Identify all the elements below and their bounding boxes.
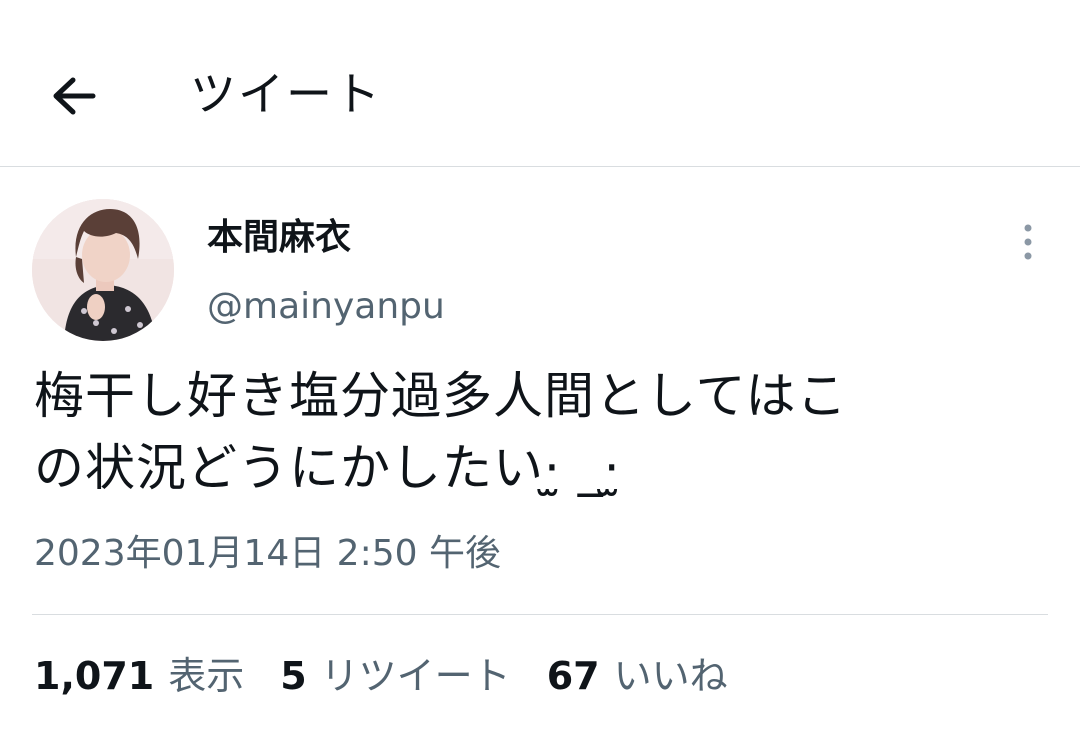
- tweet-text: 梅干し好き塩分過多人間としてはこ の状況どうにかしたい·̫ _·̫: [34, 367, 848, 497]
- back-button[interactable]: [44, 70, 104, 122]
- retweets-stat[interactable]: 5 リツイート: [280, 650, 510, 702]
- likes-stat[interactable]: 67 いいね: [547, 650, 728, 702]
- likes-label: いいね: [613, 654, 728, 698]
- views-stat[interactable]: 1,071 表示: [34, 650, 244, 702]
- author-name[interactable]: 本間麻衣: [207, 214, 351, 262]
- tweet-timestamp[interactable]: 2023年01月14日 2:50 午後: [34, 530, 501, 578]
- author-handle[interactable]: @mainyanpu: [207, 283, 445, 331]
- retweets-label: リツイート: [320, 654, 511, 698]
- likes-count: 67: [546, 654, 600, 698]
- page-title: ツイート: [190, 67, 382, 121]
- views-count: 1,071: [34, 654, 155, 698]
- tweet-stats: 1,071 表示 5 リツイート 67 いいね: [34, 650, 764, 702]
- avatar[interactable]: [32, 199, 174, 341]
- more-options-button[interactable]: [1008, 220, 1048, 264]
- divider: [32, 614, 1048, 615]
- top-bar: ツイート: [0, 0, 1080, 167]
- views-label: 表示: [168, 654, 245, 698]
- more-vertical-icon: [1024, 224, 1032, 260]
- avatar-photo: [32, 199, 174, 341]
- arrow-left-icon: [53, 77, 96, 115]
- retweets-count: 5: [280, 654, 307, 698]
